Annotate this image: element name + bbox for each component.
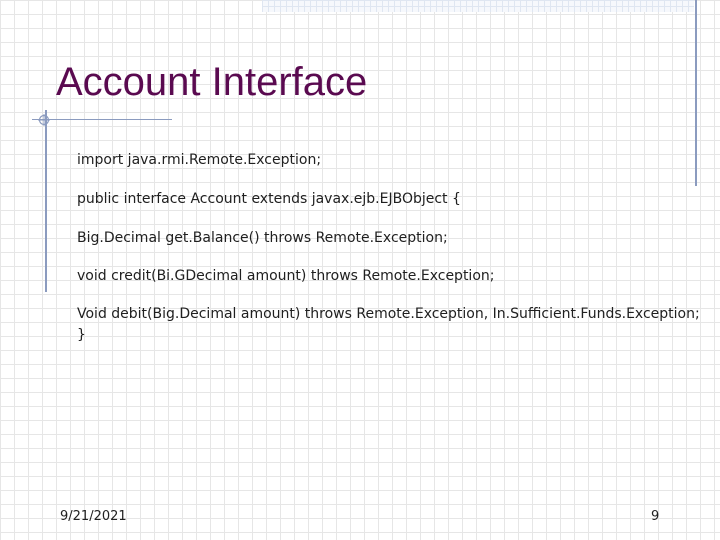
- footer-date: 9/21/2021: [60, 509, 127, 524]
- code-line-debit: Void debit(Big.Decimal amount) throws Re…: [77, 306, 700, 322]
- crosshair-icon: [38, 114, 50, 126]
- top-pattern-band: [262, 0, 694, 12]
- right-decorative-rule: [695, 0, 697, 186]
- code-line-interface-declaration: public interface Account extends javax.e…: [77, 191, 461, 207]
- code-line-closing-brace: }: [77, 327, 86, 343]
- code-line-get-balance: Big.Decimal get.Balance() throws Remote.…: [77, 230, 448, 246]
- left-decorative-rule: [45, 110, 47, 292]
- slide-title: Account Interface: [56, 60, 368, 104]
- code-line-import: import java.rmi.Remote.Exception;: [77, 152, 322, 168]
- page-number: 9: [651, 509, 660, 524]
- title-underline-rule: [32, 119, 172, 120]
- code-line-credit: void credit(Bi.GDecimal amount) throws R…: [77, 268, 495, 284]
